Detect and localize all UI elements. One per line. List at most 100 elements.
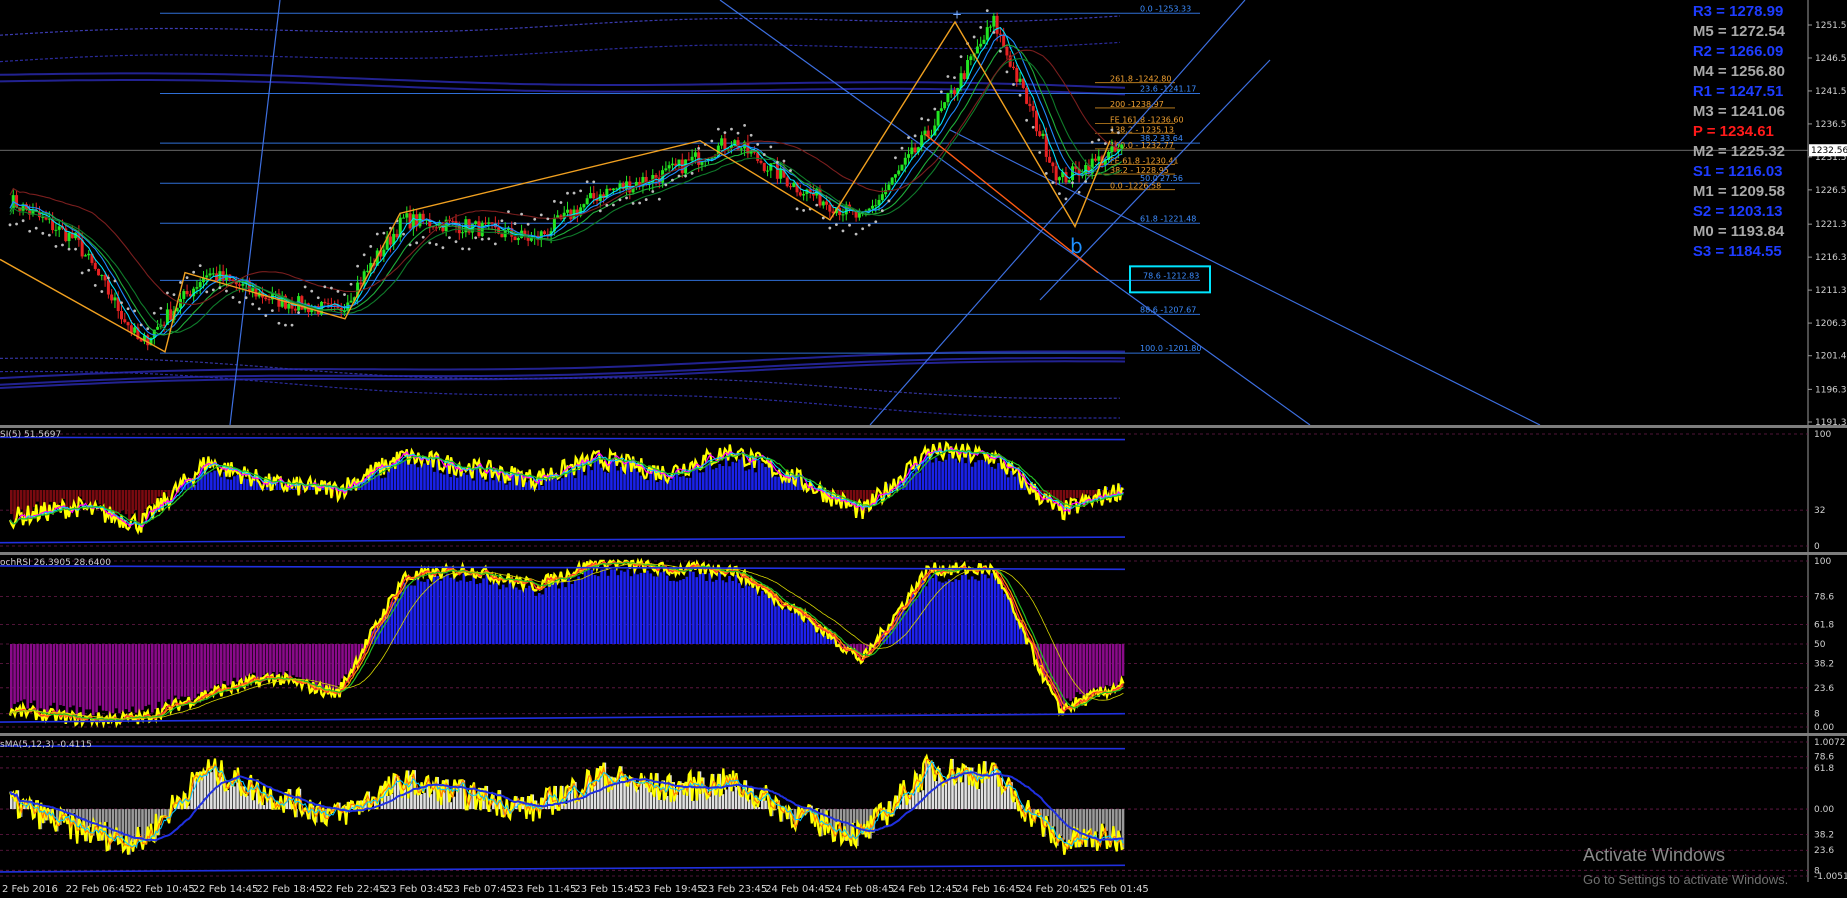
stochrsi-panel[interactable]: 100 78.6 61.8 50 38.2 23.6 8 0.00 <box>0 555 1847 733</box>
psar-dot <box>835 223 838 226</box>
osc-histogram-bar <box>724 582 728 644</box>
osc-axis-label: 100 <box>1814 430 1831 440</box>
osc-histogram-bar <box>233 476 236 490</box>
osc-histogram-bar <box>498 589 502 644</box>
osc-histogram-bar <box>85 490 89 504</box>
candle-body <box>890 177 894 185</box>
osc-histogram-bar <box>1003 789 1007 810</box>
osc-histogram-bar <box>757 595 761 644</box>
candle-body <box>97 268 101 276</box>
candle-body <box>670 163 674 166</box>
osc-histogram-bar <box>210 644 213 689</box>
sma-panel[interactable]: 1.007278.661.80.0038.223.68-1.0051 <box>0 736 1847 882</box>
osc-histogram-bar <box>118 644 121 714</box>
osc-histogram-bar <box>790 612 794 644</box>
candle-body <box>156 326 160 330</box>
candle-body <box>939 108 943 112</box>
candle-body <box>198 282 202 288</box>
osc-histogram-bar <box>164 644 167 702</box>
osc-histogram-bar <box>275 644 279 677</box>
psar-dot <box>87 268 91 272</box>
osc-histogram-bar <box>183 644 187 697</box>
candle-body <box>723 138 727 150</box>
candle-body <box>1018 78 1022 82</box>
osc-histogram-bar <box>101 490 105 506</box>
osc-histogram-bar <box>623 782 626 810</box>
ext-level-label: 38.2 - 1228.95 <box>1110 166 1169 175</box>
candle-body <box>543 231 547 235</box>
osc-histogram-bar <box>485 574 489 644</box>
osc-histogram-bar <box>567 471 571 490</box>
psar-dot <box>985 9 989 13</box>
current-price-label: 1232.56 <box>1811 146 1847 156</box>
osc-histogram-bar <box>662 571 666 644</box>
candle-body <box>766 170 770 172</box>
osc-histogram-bar <box>337 644 341 686</box>
osc-histogram-bar <box>19 490 23 510</box>
osc-histogram-bar <box>118 490 121 513</box>
osc-histogram-bar <box>1095 809 1099 832</box>
psar-dot <box>920 117 924 121</box>
psar-dot <box>211 288 215 292</box>
psar-dot <box>631 202 635 205</box>
osc-histogram-bar <box>200 644 203 695</box>
osc-histogram-bar <box>777 605 780 644</box>
candle-body <box>1012 66 1015 69</box>
time-axis-label: 22 Feb 14:45 <box>192 884 259 895</box>
psar-dot <box>1077 190 1081 194</box>
candle-body <box>874 205 878 207</box>
psar-dot <box>762 153 766 156</box>
price-axis-label: 1196.30 <box>1815 385 1847 395</box>
osc-histogram-bar <box>442 474 446 490</box>
candle-body <box>592 193 596 199</box>
osc-histogram-bar <box>724 789 728 810</box>
psar-dot <box>198 264 202 268</box>
psar-dot <box>953 76 956 80</box>
osc-histogram-bar <box>770 596 774 644</box>
osc-histogram-bar <box>639 783 643 810</box>
price-chart[interactable]: 1251.551246.551241.551236.551231.551226.… <box>0 0 1847 425</box>
osc-histogram-bar <box>341 644 344 679</box>
osc-histogram-bar <box>1072 490 1076 498</box>
psar-dot <box>736 131 740 135</box>
sma-label: sMA(5,12,3) -0.4115 <box>0 740 92 750</box>
osc-histogram-bar <box>1082 644 1085 699</box>
osc-histogram-bar <box>246 795 249 810</box>
candle-body <box>1048 156 1052 163</box>
psar-dot <box>802 209 806 212</box>
rsi-panel[interactable]: 100 32 0 <box>0 428 1847 552</box>
psar-dot <box>120 301 123 305</box>
candle-body <box>133 327 137 333</box>
psar-dot <box>585 180 589 184</box>
candle-body <box>1038 131 1042 136</box>
osc-histogram-bar <box>947 579 951 644</box>
candle-body <box>484 222 488 224</box>
candle-body <box>1054 166 1058 181</box>
osc-histogram-bar <box>806 619 810 644</box>
psar-dot <box>605 203 609 207</box>
psar-dot <box>343 293 346 296</box>
osc-histogram-bar <box>944 782 948 810</box>
psar-dot <box>972 35 976 39</box>
osc-histogram-bar <box>590 569 594 644</box>
psar-dot <box>172 293 176 297</box>
candle-body <box>57 226 61 230</box>
osc-histogram-bar <box>715 794 718 810</box>
osc-histogram-bar <box>941 582 944 644</box>
osc-histogram-bar <box>246 479 249 490</box>
candle-body <box>110 294 114 301</box>
osc-histogram-bar <box>137 490 141 524</box>
psar-dot <box>854 232 858 236</box>
psar-dot <box>559 201 563 204</box>
osc-histogram-bar <box>711 581 715 644</box>
osc-histogram-bar <box>721 466 725 490</box>
osc-histogram-bar <box>82 490 85 501</box>
osc-histogram-bar <box>928 762 931 810</box>
osc-histogram-bar <box>59 644 62 706</box>
osc-histogram-bar <box>121 644 125 712</box>
psar-dot <box>1005 70 1009 74</box>
psar-dot <box>789 169 792 172</box>
osc-histogram-bar <box>65 644 69 716</box>
candle-body <box>293 308 297 311</box>
osc-histogram-bar <box>173 644 177 696</box>
